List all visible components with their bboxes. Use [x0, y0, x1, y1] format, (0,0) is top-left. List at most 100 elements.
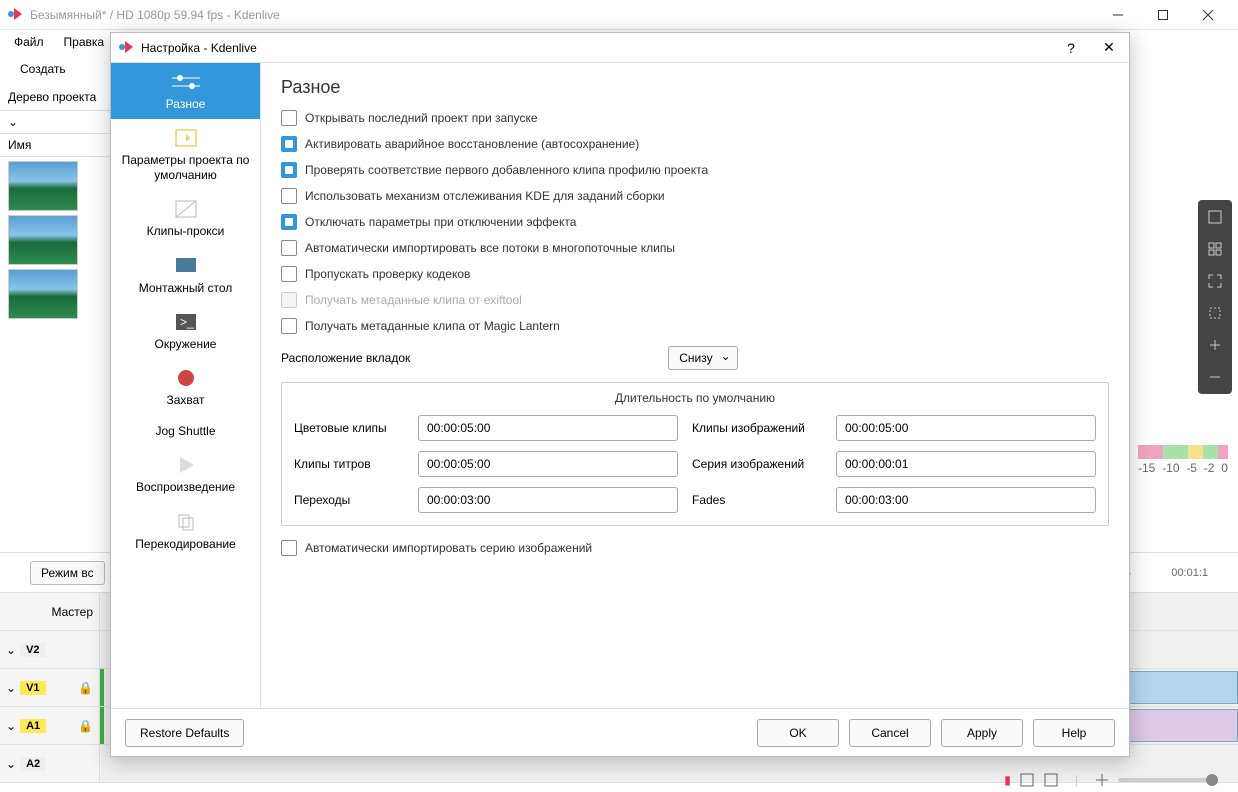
zoom-slider[interactable] [1118, 778, 1218, 782]
checkbox-open-last[interactable] [281, 110, 297, 126]
check-label: Пропускать проверку кодеков [305, 267, 470, 281]
tabs-position-select[interactable]: Снизу [668, 346, 737, 370]
checkbox-kde-tracking[interactable] [281, 188, 297, 204]
check-label: Открывать последний проект при запуске [305, 111, 538, 125]
category-project-defaults[interactable]: Параметры проекта по умолчанию [111, 119, 260, 190]
clip-thumbnail[interactable] [8, 269, 78, 319]
chevron-down-icon[interactable]: ⌄ [8, 115, 18, 129]
check-label: Получать метаданные клипа от exiftool [305, 293, 522, 307]
track-a1-label[interactable]: A1 [20, 719, 46, 733]
expand-icon[interactable] [1204, 270, 1226, 292]
image-seq-label: Серия изображений [692, 457, 822, 471]
create-button[interactable]: Создать [10, 58, 76, 80]
category-jog-shuttle[interactable]: Jog Shuttle [111, 416, 260, 446]
project-icon [172, 127, 200, 149]
dialog-close-icon[interactable]: ✕ [1097, 36, 1121, 60]
grid-icon[interactable] [1204, 238, 1226, 260]
tool-icon[interactable] [1094, 772, 1110, 788]
checkbox-check-profile[interactable] [281, 162, 297, 178]
checkbox-auto-import-streams[interactable] [281, 240, 297, 256]
ruler-time: 00:01:1 [1171, 567, 1208, 579]
minimize-button[interactable] [1095, 0, 1140, 30]
checkbox-auto-import-seq[interactable] [281, 540, 297, 556]
dialog-help-icon[interactable]: ? [1059, 36, 1083, 60]
fit-icon[interactable] [1204, 302, 1226, 324]
title-clip-input[interactable] [418, 451, 678, 477]
terminal-icon: >_ [172, 311, 200, 333]
image-clip-input[interactable] [836, 415, 1096, 441]
transitions-input[interactable] [418, 487, 678, 513]
checkbox-skip-codec-check[interactable] [281, 266, 297, 282]
check-label: Получать метаданные клипа от Magic Lante… [305, 319, 560, 333]
track-v1-label[interactable]: V1 [20, 681, 45, 695]
monitor-toolbar [1198, 200, 1232, 394]
clip-thumbnail[interactable] [8, 161, 78, 211]
select-value: Снизу [679, 351, 712, 365]
color-clip-label: Цветовые клипы [294, 421, 404, 435]
track-chevron-icon[interactable]: ⌄ [6, 757, 16, 771]
zoom-out-icon[interactable] [1204, 366, 1226, 388]
apply-button[interactable]: Apply [941, 719, 1023, 747]
menu-edit[interactable]: Правка [54, 33, 115, 51]
check-label: Автоматически импортировать серию изобра… [305, 541, 592, 555]
category-label: Jog Shuttle [115, 424, 256, 438]
marker-icon[interactable]: ▮ [1004, 773, 1011, 787]
category-capture[interactable]: Захват [111, 359, 260, 415]
category-label: Клипы-прокси [115, 224, 256, 238]
scale-label: -2 [1204, 461, 1215, 475]
lock-icon[interactable]: 🔒 [78, 681, 93, 695]
category-label: Параметры проекта по умолчанию [115, 153, 256, 182]
cancel-button[interactable]: Cancel [849, 719, 931, 747]
track-v2-label[interactable]: V2 [20, 643, 45, 657]
check-label: Отключать параметры при отключении эффек… [305, 215, 576, 229]
track-a2-label[interactable]: A2 [20, 757, 46, 771]
restore-defaults-button[interactable]: Restore Defaults [125, 719, 244, 747]
fullscreen-icon[interactable] [1204, 206, 1226, 228]
category-transcode[interactable]: Перекодирование [111, 503, 260, 559]
ok-button[interactable]: OK [757, 719, 839, 747]
fades-input[interactable] [836, 487, 1096, 513]
record-icon [172, 367, 200, 389]
zoom-in-icon[interactable] [1204, 334, 1226, 356]
category-environment[interactable]: >_ Окружение [111, 303, 260, 359]
close-button[interactable] [1185, 0, 1230, 30]
kdenlive-icon [119, 40, 135, 56]
svg-text:>_: >_ [180, 315, 194, 329]
dialog-title: Настройка - Kdenlive [141, 41, 1059, 55]
category-label: Перекодирование [115, 537, 256, 551]
checkbox-autosave[interactable] [281, 136, 297, 152]
check-label: Активировать аварийное восстановление (а… [305, 137, 639, 151]
monitor-icon [172, 255, 200, 277]
clip-thumbnail[interactable] [8, 215, 78, 265]
menu-file[interactable]: Файл [4, 33, 54, 51]
check-label: Проверять соответствие первого добавленн… [305, 163, 708, 177]
image-seq-input[interactable] [836, 451, 1096, 477]
color-clip-input[interactable] [418, 415, 678, 441]
category-proxy[interactable]: Клипы-прокси [111, 190, 260, 246]
scale-label: -15 [1138, 461, 1155, 475]
scale-label: -5 [1186, 461, 1197, 475]
checkbox-magic-lantern[interactable] [281, 318, 297, 334]
checkbox-exiftool [281, 292, 297, 308]
kdenlive-icon [8, 7, 24, 23]
help-button[interactable]: Help [1033, 719, 1115, 747]
category-label: Окружение [115, 337, 256, 351]
maximize-button[interactable] [1140, 0, 1185, 30]
checkbox-disable-params[interactable] [281, 214, 297, 230]
track-chevron-icon[interactable]: ⌄ [6, 719, 16, 733]
track-chevron-icon[interactable]: ⌄ [6, 681, 16, 695]
category-misc[interactable]: Разное [111, 63, 260, 119]
settings-page: Разное Открывать последний проект при за… [261, 63, 1129, 708]
play-icon [172, 454, 200, 476]
category-playback[interactable]: Воспроизведение [111, 446, 260, 502]
transitions-label: Переходы [294, 493, 404, 507]
mode-button[interactable]: Режим вс [30, 561, 105, 585]
track-chevron-icon[interactable]: ⌄ [6, 643, 16, 657]
category-timeline[interactable]: Монтажный стол [111, 247, 260, 303]
title-clip-label: Клипы титров [294, 457, 404, 471]
snap-icon[interactable] [1019, 772, 1035, 788]
main-titlebar: Безымянный* / HD 1080p 59.94 fps - Kdenl… [0, 0, 1238, 30]
tool-icon[interactable] [1043, 772, 1059, 788]
proxy-icon [172, 198, 200, 220]
lock-icon[interactable]: 🔒 [78, 719, 93, 733]
